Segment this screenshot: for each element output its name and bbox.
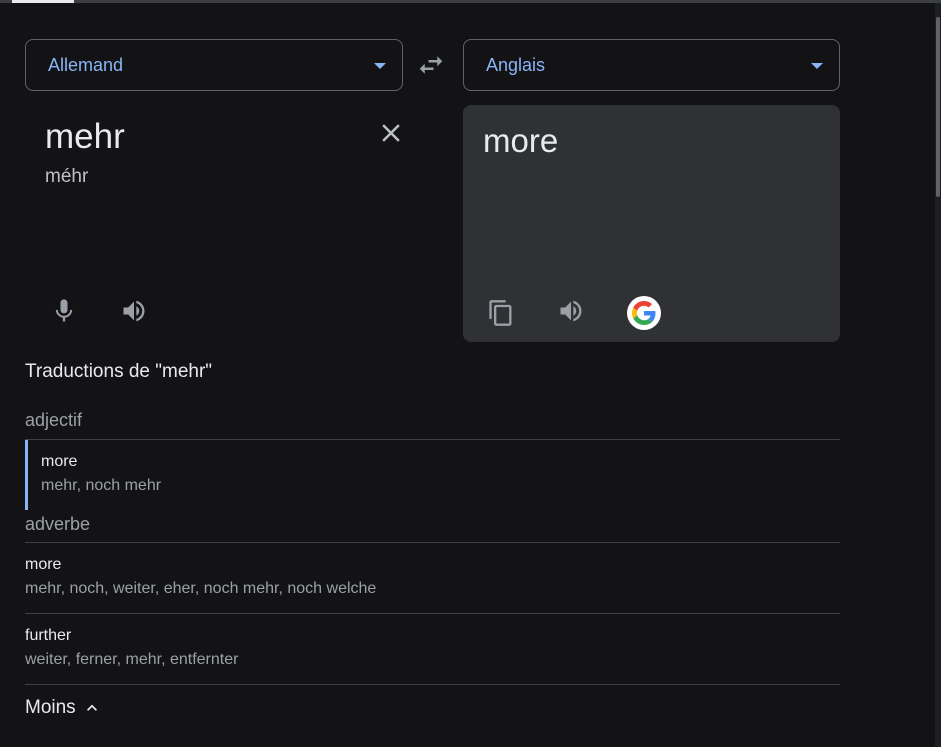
top-tab-bar [0,0,941,3]
entry-word: more [41,453,78,470]
divider [25,542,840,543]
speaker-icon [123,300,145,322]
entry-synonyms: weiter, ferner, mehr, entfernter [25,651,239,668]
entry-synonyms: mehr, noch, weiter, eher, noch mehr, noc… [25,580,377,597]
pos-label-adverb: adverbe [25,514,91,534]
show-less-label: Moins [25,697,76,718]
divider [25,684,840,685]
active-tab-indicator [12,0,74,3]
translations-heading: Traductions de "mehr" [25,361,213,382]
source-language-label: Allemand [48,54,124,75]
scrollbar[interactable] [935,3,941,747]
translation-panel: more [463,105,840,342]
target-language-select[interactable]: Anglais [463,39,840,91]
google-search-button[interactable] [627,296,661,330]
chevron-down-icon [374,63,386,69]
scrollbar-thumb[interactable] [936,17,940,197]
entry-word: further [25,627,72,644]
translation-entry[interactable]: more mehr, noch, weiter, eher, noch mehr… [25,555,840,599]
microphone-icon [55,299,73,322]
translation-entry[interactable]: more mehr, noch mehr [25,440,840,510]
close-icon [382,124,400,142]
divider [25,613,840,614]
chevron-up-icon [86,704,97,711]
swap-languages-button[interactable] [416,50,446,80]
translated-text: more [483,122,559,159]
source-text[interactable]: mehr [45,117,125,157]
google-logo-icon [632,301,656,325]
swap-icon [419,56,443,74]
show-less-button[interactable]: Moins [25,697,102,719]
listen-translation-button[interactable] [555,295,587,327]
translation-entry[interactable]: further weiter, ferner, mehr, entfernter [25,626,840,670]
microphone-button[interactable] [48,295,80,327]
source-transliteration: méhr [45,166,89,187]
source-language-select[interactable]: Allemand [25,39,403,91]
copy-translation-button[interactable] [485,297,517,329]
pos-label-adjective: adjectif [25,410,83,430]
copy-icon [489,300,512,326]
entry-word: more [25,556,62,573]
listen-source-button[interactable] [118,295,150,327]
entry-synonyms: mehr, noch mehr [41,477,162,494]
target-language-label: Anglais [486,54,546,75]
chevron-down-icon [811,63,823,69]
clear-source-button[interactable] [376,118,406,148]
speaker-icon [560,300,582,322]
